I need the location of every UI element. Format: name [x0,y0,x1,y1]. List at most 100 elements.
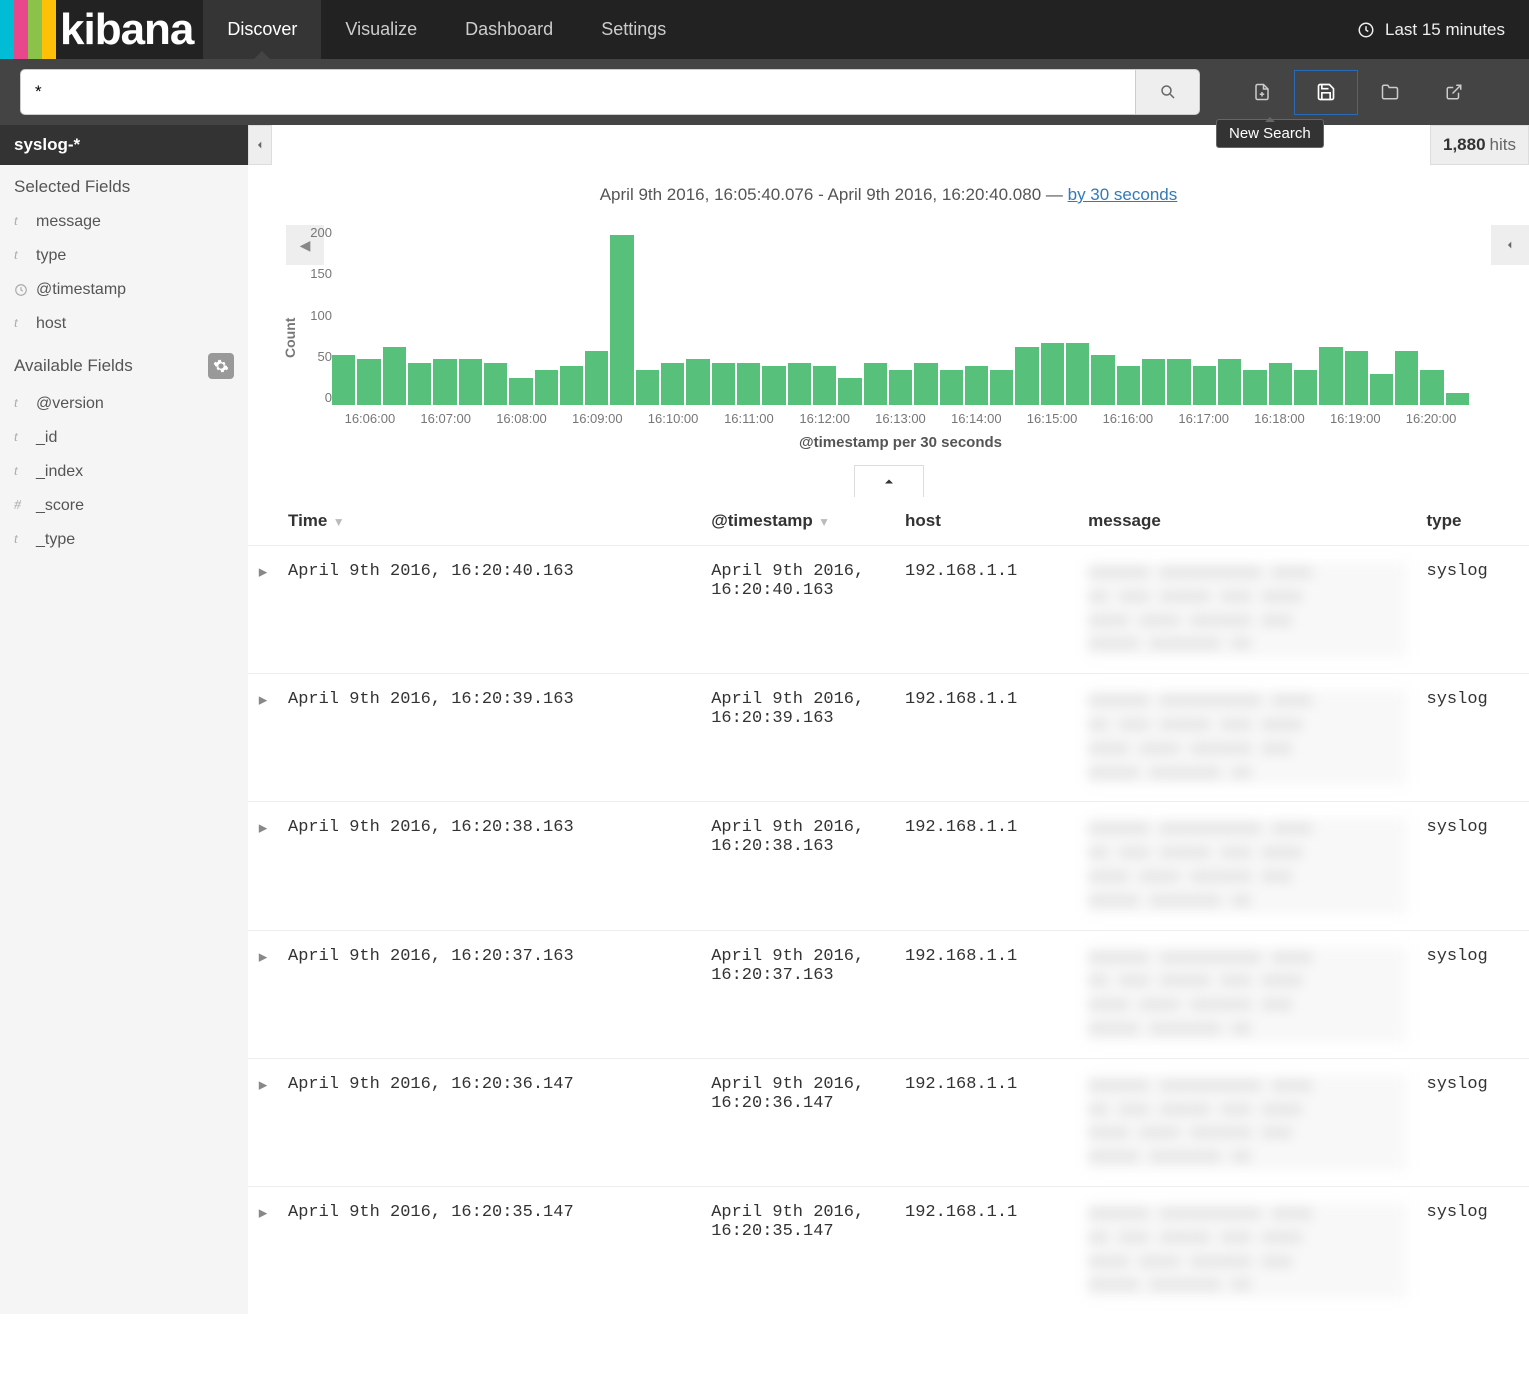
field-item-_id[interactable]: t_id [0,421,248,455]
hit-count-number: 1,880 [1443,135,1486,155]
table-row: ▸ April 9th 2016, 16:20:35.147 April 9th… [248,1186,1529,1314]
field-item-_score[interactable]: #_score [0,489,248,523]
sidebar-collapse-button[interactable] [248,125,272,165]
chart-bar[interactable] [1345,351,1368,405]
search-input[interactable] [20,69,1136,115]
field-item-_type[interactable]: t_type [0,523,248,557]
cell-message: xxxxxx xxxxxxxxxx xxxxxx xxx xxxxx xxx x… [1078,802,1416,930]
col-timestamp[interactable]: @timestamp ▼ [701,497,895,546]
chart-bar[interactable] [560,366,583,405]
cell-type: syslog [1417,1186,1529,1314]
expand-row-button[interactable]: ▸ [248,546,278,674]
chart-bar[interactable] [1066,343,1089,405]
table-row: ▸ April 9th 2016, 16:20:37.163 April 9th… [248,930,1529,1058]
chart-bar[interactable] [788,363,811,406]
chart-bar[interactable] [357,359,380,405]
chart-bar[interactable] [813,366,836,405]
chart-bar[interactable] [433,359,456,405]
col-type[interactable]: type [1417,497,1529,546]
chart-bar[interactable] [535,370,558,405]
chart-bar[interactable] [1319,347,1342,405]
chart-bar[interactable] [484,363,507,406]
expand-row-button[interactable]: ▸ [248,674,278,802]
chart-bar[interactable] [712,363,735,406]
chart-bar[interactable] [990,370,1013,405]
cell-message: xxxxxx xxxxxxxxxx xxxxxx xxx xxxxx xxx x… [1078,674,1416,802]
chart-bar[interactable] [1015,347,1038,405]
chart-bar[interactable] [889,370,912,405]
save-search-button[interactable] [1294,70,1358,115]
chart-bar[interactable] [1370,374,1393,405]
chart-bar[interactable] [1420,370,1443,405]
timepicker[interactable]: Last 15 minutes [1333,0,1529,59]
chevron-left-icon [255,138,265,152]
chart-bar[interactable] [1218,359,1241,405]
cell-timestamp: April 9th 2016, 16:20:37.163 [701,930,895,1058]
tool-icons [1230,70,1486,115]
chart-bar[interactable] [965,366,988,405]
field-item-@version[interactable]: t@version [0,387,248,421]
chart-bar[interactable] [762,366,785,405]
chart-bar[interactable] [864,363,887,406]
chart-bar[interactable] [940,370,963,405]
field-item-type[interactable]: ttype [0,239,248,273]
chart-bar[interactable] [1395,351,1418,405]
col-time[interactable]: Time ▼ [278,497,701,546]
cell-timestamp: April 9th 2016, 16:20:40.163 [701,546,895,674]
index-pattern-label[interactable]: syslog-* [0,125,248,165]
chart-right-handle[interactable] [1491,225,1529,265]
expand-row-button[interactable]: ▸ [248,1186,278,1314]
chart-bar[interactable] [914,363,937,406]
chart-bar[interactable] [737,363,760,406]
chart-bar[interactable] [1091,355,1114,405]
tab-visualize[interactable]: Visualize [321,0,441,59]
field-item-host[interactable]: thost [0,307,248,341]
field-item-_index[interactable]: t_index [0,455,248,489]
share-button[interactable] [1422,70,1486,115]
chart-bar[interactable] [1243,370,1266,405]
chart-bar[interactable] [383,347,406,405]
chart-bar[interactable] [1117,366,1140,405]
chart-bar[interactable] [661,363,684,406]
tab-settings[interactable]: Settings [577,0,690,59]
search-button[interactable] [1136,69,1200,115]
field-item-@timestamp[interactable]: @timestamp [0,273,248,307]
col-message[interactable]: message [1078,497,1416,546]
chart-bar[interactable] [332,355,355,405]
tab-discover[interactable]: Discover [203,0,321,59]
cell-host: 192.168.1.1 [895,930,1078,1058]
expand-row-button[interactable]: ▸ [248,930,278,1058]
y-ticks: 200150100500 [302,225,332,405]
chart-bar[interactable] [686,359,709,405]
chart-bar[interactable] [838,378,861,405]
chevron-up-icon [880,476,898,488]
chart-bar[interactable] [1294,370,1317,405]
chart-bar[interactable] [1041,343,1064,405]
chart-bar[interactable] [408,363,431,406]
cell-timestamp: April 9th 2016, 16:20:35.147 [701,1186,895,1314]
fields-settings-button[interactable] [208,353,234,379]
new-search-button[interactable] [1230,70,1294,115]
cell-type: syslog [1417,1058,1529,1186]
save-icon [1316,82,1336,102]
expand-row-button[interactable]: ▸ [248,1058,278,1186]
chart-bar[interactable] [509,378,532,405]
chart-bar[interactable] [1142,359,1165,405]
tab-dashboard[interactable]: Dashboard [441,0,577,59]
chart-bar[interactable] [610,235,633,405]
expand-row-button[interactable]: ▸ [248,802,278,930]
field-item-message[interactable]: tmessage [0,205,248,239]
chart-bar[interactable] [459,359,482,405]
logo[interactable]: kibana [0,0,203,59]
chart-bar[interactable] [1269,363,1292,406]
chart-collapse-button[interactable] [854,465,924,497]
chart-bar[interactable] [1446,393,1469,405]
col-host[interactable]: host [895,497,1078,546]
chart-plot[interactable]: 200150100500 [302,225,1499,405]
chart-bar[interactable] [1167,359,1190,405]
chart-bar[interactable] [585,351,608,405]
chart-bar[interactable] [1193,366,1216,405]
interval-link[interactable]: by 30 seconds [1068,185,1178,204]
chart-bar[interactable] [636,370,659,405]
load-search-button[interactable] [1358,70,1422,115]
